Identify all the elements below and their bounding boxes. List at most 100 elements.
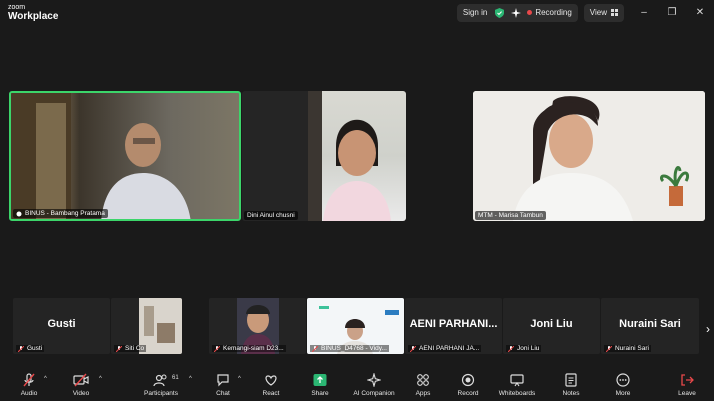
audio-options-caret-icon[interactable]: ^	[44, 376, 47, 382]
participant-label: Siti Co	[114, 345, 147, 352]
participant-name: BINUS_D4768 - Vidy...	[321, 345, 387, 352]
tile-name-label: BINUS - Bambang Pratama	[13, 209, 108, 218]
ai-sparkle-icon[interactable]	[511, 7, 522, 18]
audio-label: Audio	[20, 390, 38, 397]
share-button[interactable]: Share	[293, 373, 347, 397]
participants-button[interactable]: Participants	[134, 373, 188, 397]
participant-label: BINUS_D4768 - Vidy...	[310, 345, 389, 352]
participants-icon	[153, 374, 167, 387]
participant-thumbnail[interactable]: Joni Liu Joni Liu	[503, 298, 600, 354]
video-options-caret-icon[interactable]: ^	[99, 376, 102, 382]
participant-figure	[308, 91, 391, 221]
tile-name-label: Dini Ainul chusni	[244, 211, 298, 220]
video-stage: BINUS - Bambang Pratama Dini Ainul chusn…	[0, 25, 714, 365]
maximize-button[interactable]: ❐	[658, 0, 686, 25]
participant-name: Kemangi-siam D23...	[223, 345, 284, 352]
participant-video	[473, 91, 705, 221]
participant-name: Joni Liu	[517, 345, 540, 352]
meeting-toolbar: Audio ^ Video ^ Participants 61 ^ Chat ^…	[0, 365, 714, 401]
view-button[interactable]: View	[583, 3, 624, 22]
mic-muted-icon	[410, 345, 416, 352]
brand-bottom: Workplace	[8, 11, 59, 22]
record-label: Record	[457, 390, 479, 397]
chat-options-caret-icon[interactable]: ^	[238, 376, 241, 382]
video-off-icon	[73, 373, 89, 387]
mic-muted-icon	[312, 345, 318, 352]
ai-companion-button[interactable]: AI Companion	[347, 373, 401, 397]
participant-thumbnail[interactable]: AENI PARHANI... AENI PARHANI JA...	[405, 298, 502, 354]
participant-display-name: Gusti	[47, 318, 76, 330]
participant-thumbnail[interactable]: Siti Co	[111, 298, 182, 354]
chevron-right-icon[interactable]: ›	[706, 322, 710, 336]
video-tile-3[interactable]: MTM - Marisa Tambun	[473, 91, 705, 221]
participant-label: Nuraini Sari	[604, 345, 651, 352]
recording-dot-icon	[527, 10, 533, 15]
react-label: React	[262, 390, 280, 397]
tile-name: Dini Ainul chusni	[247, 212, 295, 219]
more-button[interactable]: More	[596, 373, 650, 397]
participant-thumbnail[interactable]: Gusti Gusti	[13, 298, 110, 354]
apps-icon	[417, 374, 429, 386]
record-button[interactable]: Record	[441, 373, 495, 397]
ai-companion-label: AI Companion	[353, 390, 395, 397]
participant-thumbnail[interactable]: BINUS_D4768 - Vidy...	[307, 298, 404, 354]
video-label: Video	[72, 390, 90, 397]
whiteboard-icon	[510, 374, 524, 387]
host-icon	[16, 211, 22, 216]
mic-muted-icon	[18, 345, 24, 352]
zoom-workplace-logo: zoom Workplace	[8, 3, 59, 22]
shield-icon[interactable]	[495, 7, 505, 18]
video-tile-1[interactable]: BINUS - Bambang Pratama	[9, 91, 241, 221]
more-icon	[616, 373, 630, 387]
view-label: View	[589, 8, 607, 17]
participant-video	[11, 93, 191, 219]
notes-button[interactable]: Notes	[544, 373, 598, 397]
participant-label: Gusti	[16, 345, 45, 352]
participants-label: Participants	[144, 390, 178, 397]
participant-display-name: AENI PARHANI...	[409, 318, 498, 330]
participant-video	[308, 91, 406, 221]
minimize-button[interactable]: –	[630, 0, 658, 25]
participant-name: Siti Co	[125, 345, 145, 352]
tile-name-label: MTM - Marisa Tambun	[475, 211, 546, 220]
participants-count: 61	[172, 375, 179, 381]
whiteboards-button[interactable]: Whiteboards	[490, 373, 544, 397]
leave-button[interactable]: Leave	[660, 373, 714, 397]
notes-label: Notes	[562, 390, 580, 397]
audio-button[interactable]: Audio	[2, 373, 56, 397]
whiteboards-label: Whiteboards	[498, 390, 536, 397]
signin-button[interactable]: Sign in	[463, 8, 487, 17]
chat-button[interactable]: Chat	[196, 373, 250, 397]
ai-sparkle-icon	[367, 373, 381, 387]
mic-muted-icon	[116, 345, 122, 352]
recording-label[interactable]: Recording	[535, 8, 571, 17]
share-label: Share	[311, 390, 329, 397]
close-button[interactable]: ✕	[686, 0, 714, 25]
leave-label: Leave	[678, 390, 696, 397]
grid-icon	[611, 9, 618, 16]
react-button[interactable]: React	[244, 373, 298, 397]
mic-muted-icon	[23, 373, 35, 387]
more-label: More	[615, 390, 631, 397]
chat-icon	[217, 374, 229, 387]
participant-strip: Gusti Gusti Siti Co Kemangi-siam D23... …	[13, 298, 701, 354]
participant-display-name: Joni Liu	[530, 318, 573, 330]
record-icon	[461, 373, 475, 387]
chat-label: Chat	[216, 390, 230, 397]
mic-muted-icon	[508, 345, 514, 352]
signin-group: Sign in Recording	[456, 3, 578, 22]
participant-name: AENI PARHANI JA...	[419, 345, 480, 352]
tile-name: BINUS - Bambang Pratama	[25, 210, 105, 217]
participant-thumbnail[interactable]: Nuraini Sari Nuraini Sari	[601, 298, 699, 354]
participants-options-caret-icon[interactable]: ^	[189, 376, 192, 382]
participant-display-name: Nuraini Sari	[619, 318, 681, 330]
title-bar: zoom Workplace Sign in Recording View – …	[0, 0, 714, 25]
participant-label: Joni Liu	[506, 345, 542, 352]
participant-label: Kemangi-siam D23...	[212, 345, 286, 352]
share-screen-icon	[313, 374, 327, 386]
participant-thumbnail[interactable]: Kemangi-siam D23...	[209, 298, 306, 354]
video-tile-2[interactable]: Dini Ainul chusni	[242, 91, 406, 221]
participant-name: Gusti	[27, 345, 43, 352]
notes-icon	[565, 373, 577, 387]
mic-muted-icon	[606, 345, 612, 352]
